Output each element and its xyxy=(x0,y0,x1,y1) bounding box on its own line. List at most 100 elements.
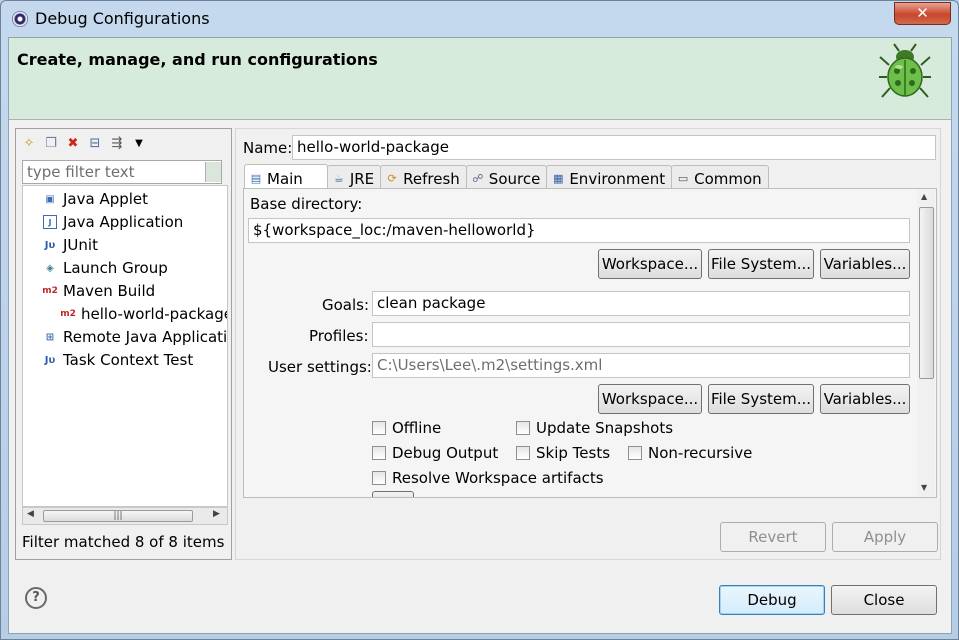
configuration-editor-panel: Name: hello-world-package ▤ Main ☕ JRE ⟳… xyxy=(235,128,941,560)
environment-tab-icon: ▦ xyxy=(553,172,564,185)
goals-field[interactable]: clean package xyxy=(372,291,910,316)
view-menu-icon[interactable]: ▼ xyxy=(130,134,148,152)
tree-item-label: Remote Java Application xyxy=(63,328,228,346)
common-tab-icon: ▭ xyxy=(677,172,689,185)
tab-jre[interactable]: ☕ JRE xyxy=(326,165,382,189)
tree-item-label: Java Applet xyxy=(63,190,149,208)
filter-placeholder: type filter text xyxy=(27,163,135,181)
resolve-workspace-checkbox[interactable]: Resolve Workspace artifacts xyxy=(372,469,604,487)
tree-item-junit[interactable]: Jυ JUnit xyxy=(43,234,98,256)
debug-button[interactable]: Debug xyxy=(719,585,825,615)
duplicate-icon[interactable]: ❐ xyxy=(42,134,60,152)
checkbox-box[interactable] xyxy=(516,421,530,435)
scroll-up-arrow-icon[interactable]: ▲ xyxy=(921,192,927,201)
goals-label: Goals: xyxy=(322,296,370,314)
task-context-icon: Jυ xyxy=(44,354,56,366)
tab-common[interactable]: ▭ Common xyxy=(671,165,769,189)
checkbox-label: Offline xyxy=(392,419,442,437)
checkbox-box[interactable] xyxy=(628,446,642,460)
name-field[interactable]: hello-world-package xyxy=(292,135,936,160)
tab-environment[interactable]: ▦ Environment xyxy=(546,165,673,189)
non-recursive-checkbox[interactable]: Non-recursive xyxy=(628,444,752,462)
checkbox-box[interactable] xyxy=(516,446,530,460)
checkbox-box[interactable] xyxy=(372,471,386,485)
base-filesystem-button[interactable]: File System... xyxy=(708,249,814,279)
checkbox-box[interactable] xyxy=(372,446,386,460)
checkbox-label: Non-recursive xyxy=(648,444,753,462)
configuration-list-panel: ✧ ❐ ✖ ⊟ ⇶ ▼ type filter text ▣ Java Appl… xyxy=(15,128,232,560)
checkbox-label: Skip Tests xyxy=(536,444,611,462)
dialog-client-area: Create, manage, and run configurations ✧… xyxy=(8,37,952,634)
tree-item-task-context-test[interactable]: Jυ Task Context Test xyxy=(43,349,193,371)
tab-source[interactable]: ☍ Source xyxy=(465,165,548,189)
title-bar: Debug Configurations ✕ xyxy=(1,1,958,37)
junit-icon: Jυ xyxy=(44,239,56,251)
maven-config-icon: m2 xyxy=(60,309,76,319)
scroll-down-arrow-icon[interactable]: ▼ xyxy=(921,483,927,492)
tree-item-label: Java Application xyxy=(63,213,184,231)
tree-item-launch-group[interactable]: ◈ Launch Group xyxy=(43,257,168,279)
profiles-field[interactable] xyxy=(372,322,910,347)
launch-group-icon: ◈ xyxy=(46,262,54,274)
tree-item-java-application[interactable]: J Java Application xyxy=(43,211,183,233)
java-applet-icon: ▣ xyxy=(45,193,55,205)
configuration-tree: ▣ Java Applet J Java Application Jυ JUni… xyxy=(22,185,228,507)
skip-tests-checkbox[interactable]: Skip Tests xyxy=(516,444,610,462)
revert-button[interactable]: Revert xyxy=(720,522,826,552)
left-toolbar: ✧ ❐ ✖ ⊟ ⇶ ▼ xyxy=(20,132,148,154)
filter-status: Filter matched 8 of 8 items xyxy=(22,533,225,551)
tab-label: Source xyxy=(488,169,541,188)
close-button[interactable]: Close xyxy=(831,585,937,615)
settings-variables-button[interactable]: Variables... xyxy=(820,384,910,414)
tree-item-label: Task Context Test xyxy=(63,351,194,369)
update-snapshots-checkbox[interactable]: Update Snapshots xyxy=(516,419,673,437)
apply-button[interactable]: Apply xyxy=(832,522,938,552)
tab-main[interactable]: ▤ Main xyxy=(244,164,328,190)
jre-tab-icon: ☕ xyxy=(333,172,344,185)
checkbox-label: Resolve Workspace artifacts xyxy=(392,469,604,487)
collapse-all-icon[interactable]: ⊟ xyxy=(86,134,104,152)
tree-item-label: hello-world-package xyxy=(81,305,228,323)
remote-java-icon: ⊞ xyxy=(45,331,55,343)
delete-icon[interactable]: ✖ xyxy=(64,134,82,152)
tree-item-java-applet[interactable]: ▣ Java Applet xyxy=(43,188,148,210)
base-variables-button[interactable]: Variables... xyxy=(820,249,910,279)
filter-clear-button[interactable] xyxy=(205,162,221,182)
base-directory-label: Base directory: xyxy=(250,195,363,213)
vertical-scrollbar-thumb[interactable] xyxy=(919,207,934,379)
tree-item-remote-java-application[interactable]: ⊞ Remote Java Application xyxy=(43,326,228,348)
tree-item-label: JUnit xyxy=(63,236,98,254)
help-icon[interactable]: ? xyxy=(25,587,47,609)
filter-input[interactable]: type filter text xyxy=(22,160,222,184)
settings-filesystem-button[interactable]: File System... xyxy=(708,384,814,414)
maven-icon: m2 xyxy=(42,286,58,296)
tab-label: JRE xyxy=(349,169,375,188)
settings-workspace-button[interactable]: Workspace... xyxy=(598,384,702,414)
config-tabs: ▤ Main ☕ JRE ⟳ Refresh ☍ Source ▦ Enviro… xyxy=(244,164,769,190)
debug-bug-icon xyxy=(879,43,931,98)
scroll-left-arrow-icon[interactable]: ◀ xyxy=(27,509,34,519)
tree-item-hello-world-package[interactable]: m2 hello-world-package xyxy=(60,303,228,325)
source-tab-icon: ☍ xyxy=(472,172,484,185)
offline-checkbox[interactable]: Offline xyxy=(372,419,441,437)
tab-vertical-scrollbar[interactable]: ▲ ▼ xyxy=(917,189,935,497)
eclipse-icon xyxy=(12,11,28,27)
debug-output-checkbox[interactable]: Debug Output xyxy=(372,444,498,462)
tree-item-maven-build[interactable]: m2 Maven Build xyxy=(42,280,155,302)
window-title: Debug Configurations xyxy=(35,9,210,28)
scrollbar-thumb[interactable]: ||| xyxy=(43,510,193,522)
main-tab-content: Base directory: ${workspace_loc:/maven-h… xyxy=(243,188,937,498)
partially-visible-button[interactable] xyxy=(372,491,414,497)
base-directory-field[interactable]: ${workspace_loc:/maven-helloworld} xyxy=(248,218,910,243)
new-configuration-icon[interactable]: ✧ xyxy=(20,134,38,152)
scroll-right-arrow-icon[interactable]: ▶ xyxy=(213,509,220,519)
profiles-label: Profiles: xyxy=(309,327,369,345)
base-workspace-button[interactable]: Workspace... xyxy=(598,249,702,279)
java-application-icon: J xyxy=(43,215,57,229)
checkbox-box[interactable] xyxy=(372,421,386,435)
window-close-button[interactable]: ✕ xyxy=(894,2,951,25)
tab-refresh[interactable]: ⟳ Refresh xyxy=(380,165,467,189)
filter-icon[interactable]: ⇶ xyxy=(108,134,126,152)
user-settings-field[interactable]: C:\Users\Lee\.m2\settings.xml xyxy=(372,353,910,378)
tree-horizontal-scrollbar[interactable]: ◀ ||| ▶ xyxy=(22,507,228,525)
